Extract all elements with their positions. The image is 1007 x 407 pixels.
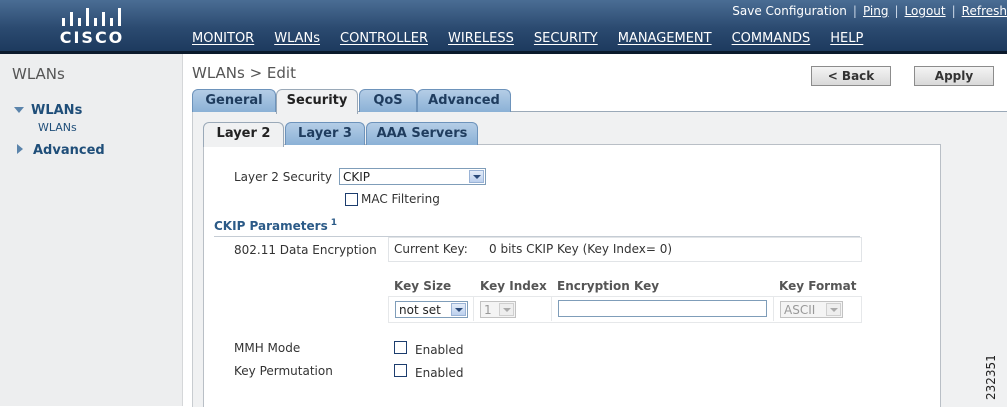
sidebar-item-wlans[interactable]: WLANs (14, 103, 82, 118)
sidebar-item-advanced[interactable]: Advanced (14, 143, 105, 158)
menu-wireless[interactable]: WIRELESS (448, 31, 514, 46)
cisco-bars-icon (62, 8, 121, 26)
key-index-header: Key Index (480, 279, 547, 293)
save-configuration-link[interactable]: Save Configuration (732, 4, 847, 18)
brand-wordmark: CISCO (59, 28, 125, 47)
sidebar-title: WLANs (12, 65, 65, 83)
encryption-key-input[interactable] (558, 300, 767, 317)
sidebar: WLANs WLANs WLANs Advanced (0, 54, 183, 406)
apply-button[interactable]: Apply (914, 66, 994, 86)
mac-filtering-checkbox[interactable] (345, 193, 358, 206)
refresh-link[interactable]: Refresh (962, 4, 1007, 18)
tab-qos[interactable]: QoS (359, 89, 417, 112)
ping-link[interactable]: Ping (863, 4, 889, 18)
sidebar-item-label: WLANs (31, 103, 83, 118)
menu-management[interactable]: MANAGEMENT (618, 31, 712, 46)
key-row-divider (551, 296, 552, 321)
mac-filtering-label: MAC Filtering (361, 192, 440, 206)
logout-link[interactable]: Logout (905, 4, 946, 18)
dropdown-arrow-icon (499, 303, 514, 316)
key-format-select[interactable]: ASCII (780, 301, 843, 318)
subtab-aaa-servers[interactable]: AAA Servers (366, 122, 478, 145)
data-encryption-label: 802.11 Data Encryption (234, 243, 377, 257)
mmh-mode-label: MMH Mode (234, 341, 301, 355)
current-key-value: 0 bits CKIP Key (Key Index= 0) (489, 242, 673, 256)
key-format-header: Key Format (779, 279, 857, 293)
footnote-marker: 1 (330, 218, 337, 228)
utility-links: Save Configuration | Ping | Logout | Refresh (732, 4, 1007, 18)
menu-wlans[interactable]: WLANs (274, 31, 320, 46)
sidebar-item-label: Advanced (33, 143, 105, 158)
main-menu: MONITOR WLANs CONTROLLER WIRELESS SECURITY MA… (192, 31, 883, 49)
ckip-parameters-heading: CKIP Parameters 1 (214, 218, 337, 233)
tab-advanced[interactable]: Advanced (417, 89, 511, 112)
current-key-label: Current Key: (394, 242, 468, 256)
dropdown-arrow-icon (469, 170, 484, 183)
dropdown-arrow-icon (451, 303, 466, 316)
menu-controller[interactable]: CONTROLLER (340, 31, 428, 46)
subtab-layer2[interactable]: Layer 2 (203, 122, 284, 147)
encryption-key-header: Encryption Key (557, 279, 660, 293)
collapsed-triangle-icon (17, 144, 23, 154)
ckip-parameters-title: CKIP Parameters (214, 219, 328, 233)
figure-number: 232351 (984, 356, 998, 400)
cisco-logo: CISCO (52, 6, 132, 47)
top-header: CISCO Save Configuration | Ping | Logout | Ref… (0, 0, 1007, 51)
key-row-divider (773, 296, 774, 321)
key-row-divider (473, 296, 474, 321)
tab-security[interactable]: Security (276, 89, 358, 114)
key-permutation-label: Key Permutation (234, 364, 333, 378)
mmh-mode-checkbox[interactable] (394, 341, 407, 354)
sidebar-subitem-wlans[interactable]: WLANs (38, 121, 77, 134)
figure-number-text: 232351 (984, 356, 998, 400)
menu-monitor[interactable]: MONITOR (192, 31, 254, 46)
layer2-security-label: Layer 2 Security (234, 170, 332, 184)
key-permutation-checkbox[interactable] (394, 364, 407, 377)
page-title: WLANs > Edit (192, 64, 296, 82)
mmh-enabled-label: Enabled (415, 343, 464, 357)
back-button[interactable]: < Back (811, 66, 891, 86)
key-size-value: not set (399, 303, 441, 317)
layer2-security-value: CKIP (343, 170, 371, 184)
menu-commands[interactable]: COMMANDS (732, 31, 811, 46)
key-size-header: Key Size (394, 279, 452, 293)
key-size-select[interactable]: not set (395, 301, 468, 318)
key-permutation-enabled-label: Enabled (415, 366, 464, 380)
subtab-layer3[interactable]: Layer 3 (285, 122, 365, 145)
tab-general[interactable]: General (192, 89, 276, 112)
expanded-triangle-icon (14, 107, 24, 113)
key-index-value: 1 (484, 303, 492, 317)
key-index-select[interactable]: 1 (480, 301, 516, 318)
layer2-security-select[interactable]: CKIP (339, 168, 486, 185)
dropdown-arrow-icon (826, 303, 841, 316)
menu-help[interactable]: HELP (830, 31, 863, 46)
menu-security[interactable]: SECURITY (534, 31, 598, 46)
key-format-value: ASCII (784, 303, 816, 317)
